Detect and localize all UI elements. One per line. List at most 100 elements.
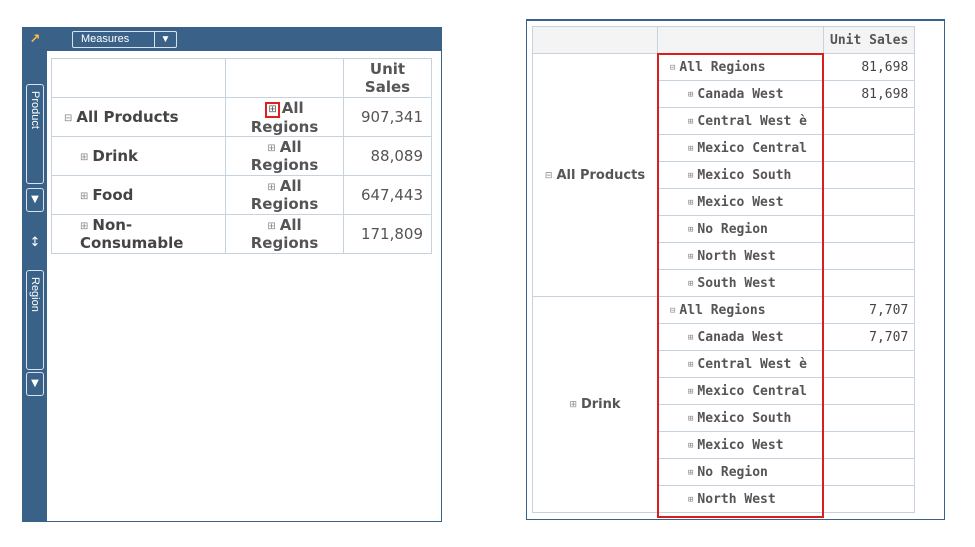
expand-icon[interactable]: ⊞ [688,252,693,262]
value-cell [822,350,916,378]
collapse-icon[interactable]: ⊟ [64,113,72,124]
region-cell: ⊞ Mexico South [657,404,824,432]
empty-header-cell [657,26,824,54]
product-label: Non-Consumable [80,216,184,252]
region-label: Canada West [697,86,784,102]
empty-header-cell [532,26,658,54]
table-row: ⊟ All Products ⊟ All Regions 81,698 [532,53,916,297]
region-cell: ⊞ Mexico Central [657,377,824,405]
region-cell: ⊞ North West [657,485,824,513]
region-cell: ⊞ North West [657,242,824,270]
region-label: All Regions [250,138,319,174]
row-header: ⊞ Food [51,175,226,215]
value-cell [822,377,916,405]
expand-icon[interactable]: ⊞ [267,143,275,154]
region-cell: ⊞ No Region [657,458,824,486]
expand-icon[interactable]: ⊞ [688,144,693,154]
value-cell [822,269,916,297]
expand-icon[interactable]: ⊞ [80,152,88,163]
region-cell: ⊞ Central West è [657,107,824,135]
expand-icon[interactable]: ⊞ [80,191,88,202]
expand-icon[interactable]: ⊞ [688,414,693,424]
region-label: Central West è [697,113,807,129]
expand-icon[interactable]: ⊞ [267,221,275,232]
expand-icon[interactable]: ⊞ [688,387,693,397]
table-row: ⊞ Drink ⊞ All Regions 88,089 [51,136,432,176]
value-cell: 88,089 [343,136,432,176]
product-label: All Products [556,167,646,183]
table-row: ⊞ Non-Consumable ⊞ All Regions 171,809 [51,214,432,254]
region-axis-label: Region [29,277,41,312]
pivot-panel-right: Unit Sales ⊟ All Products ⊟ All Regions 81,6… [526,19,945,520]
product-group-header: ⊟ All Products [532,53,658,297]
expand-icon[interactable]: ⊞ [80,221,88,232]
region-axis-tab[interactable]: Region [26,270,44,370]
row-header: ⊞ Non-Consumable [51,214,226,254]
measures-filter-icon[interactable]: ▼ [154,32,176,47]
swap-icon[interactable]: ↕ [26,235,44,251]
region-label: Central West è [697,356,807,372]
value-cell: 7,707 [822,323,916,351]
region-cell: ⊞ Central West è [657,350,824,378]
swap-axes-icon[interactable]: ↗ [26,31,44,48]
expand-icon[interactable]: ⊞ [267,182,275,193]
table-header-row: Unit Sales [51,58,432,98]
expand-icon[interactable]: ⊞ [265,101,280,118]
column-header-unit-sales: Unit Sales [343,58,432,98]
expand-icon[interactable]: ⊞ [688,90,693,100]
region-filter-icon[interactable]: ▼ [26,372,44,396]
expand-icon[interactable]: ⊞ [688,495,693,505]
column-header-unit-sales: Unit Sales [822,26,916,54]
region-label: All Regions [250,177,319,213]
expand-icon[interactable]: ⊞ [688,117,693,127]
region-cell: ⊞ Canada West [657,80,824,108]
value-cell [822,242,916,270]
value-cell [822,188,916,216]
value-cell [822,458,916,486]
pivot-table: Unit Sales ⊟ All Products ⊞ All Regions 90… [51,58,432,254]
value-cell [822,134,916,162]
value-cell [822,404,916,432]
value-cell: 7,707 [822,296,916,324]
expand-icon[interactable]: ⊞ [688,198,693,208]
collapse-icon[interactable]: ⊟ [670,306,675,316]
collapse-icon[interactable]: ⊟ [545,171,553,181]
product-filter-icon[interactable]: ▼ [26,188,44,212]
table-row: ⊟ All Products ⊞ All Regions 907,341 [51,97,432,137]
region-cell: ⊞ All Regions [225,136,344,176]
collapse-icon[interactable]: ⊟ [670,63,675,73]
region-cell: ⊞ Canada West [657,323,824,351]
region-label: All Regions [250,98,319,136]
expand-icon[interactable]: ⊞ [688,171,693,181]
value-cell [822,161,916,189]
product-axis-tab[interactable]: Product [26,84,44,184]
expand-icon[interactable]: ⊞ [688,360,693,370]
expand-icon[interactable]: ⊞ [688,333,693,343]
expand-icon[interactable]: ⊞ [688,441,693,451]
region-label: North West [697,248,776,264]
expand-icon[interactable]: ⊞ [688,225,693,235]
region-cell: ⊞ South West [657,269,824,297]
empty-header-cell [225,58,344,98]
value-cell [822,107,916,135]
value-cell [822,485,916,513]
region-cell: ⊟ All Regions [657,296,824,324]
measures-button[interactable]: Measures ▼ [72,31,177,48]
region-label: North West [697,491,776,507]
table-header-row: Unit Sales [532,26,916,54]
value-cell: 647,443 [343,175,432,215]
row-header: ⊟ All Products [51,97,226,137]
expand-icon[interactable]: ⊞ [569,400,577,410]
value-cell: 81,698 [822,53,916,81]
region-cell: ⊞ Mexico South [657,161,824,189]
region-label: All Regions [679,302,766,318]
region-cell: ⊞ No Region [657,215,824,243]
region-label: Canada West [697,329,784,345]
region-label: All Regions [679,59,766,75]
region-cell: ⊟ All Regions [657,53,824,81]
product-label: Food [92,186,134,204]
expand-icon[interactable]: ⊞ [688,279,693,289]
value-cell: 171,809 [343,214,432,254]
region-label: Mexico South [697,410,792,426]
expand-icon[interactable]: ⊞ [688,468,693,478]
